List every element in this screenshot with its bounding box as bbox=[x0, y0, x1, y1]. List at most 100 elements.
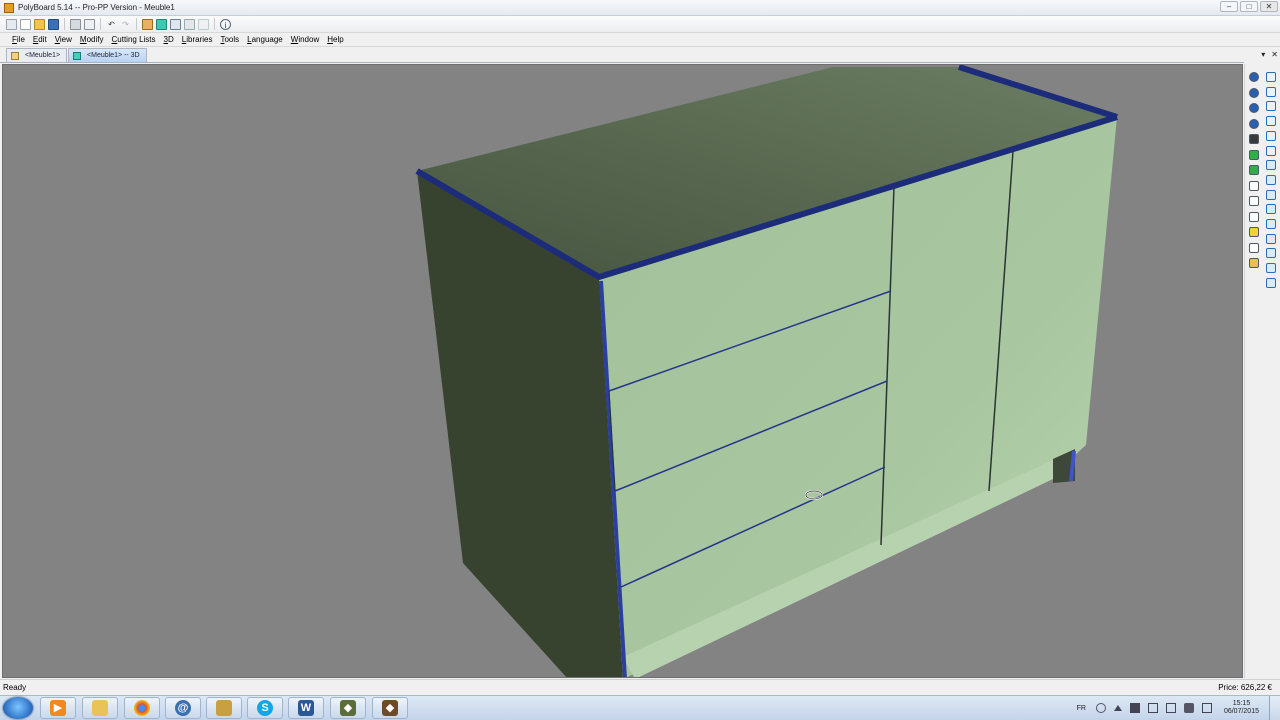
view-top-icon[interactable] bbox=[1266, 130, 1276, 141]
cabinet-3d-render[interactable] bbox=[3, 65, 1243, 678]
menu-label: ools bbox=[224, 35, 240, 44]
action-center-icon[interactable] bbox=[1129, 703, 1140, 713]
file-explorer-icon[interactable] bbox=[82, 697, 118, 719]
polyboard-icon[interactable]: ◆ bbox=[330, 697, 366, 719]
tab-meuble1[interactable]: <Meuble1> bbox=[6, 48, 68, 62]
network-icon[interactable] bbox=[1165, 703, 1176, 713]
iso-more-icon[interactable] bbox=[1266, 277, 1276, 288]
chrome-icon[interactable] bbox=[124, 697, 160, 719]
iso-sw-icon[interactable] bbox=[1266, 204, 1276, 215]
outline-box-icon[interactable] bbox=[1249, 211, 1259, 222]
menu-tools[interactable]: Tools bbox=[216, 35, 243, 44]
cube-icon bbox=[73, 51, 82, 60]
tab-meuble1-3d[interactable]: <Meuble1> -- 3D bbox=[68, 48, 147, 62]
volume-icon[interactable] bbox=[1183, 703, 1194, 713]
thunderbird-icon[interactable]: @ bbox=[165, 697, 201, 719]
light-icon[interactable] bbox=[1249, 227, 1259, 237]
clock[interactable]: 15:15 06/07/2015 bbox=[1224, 700, 1259, 716]
info-icon[interactable]: i bbox=[220, 18, 231, 30]
window-tile-icon[interactable] bbox=[170, 18, 181, 30]
menu-label: indow bbox=[298, 35, 320, 44]
orbit-view-icon[interactable] bbox=[1249, 87, 1259, 98]
walk-view-icon[interactable] bbox=[1249, 134, 1259, 144]
menu-label: ibraries bbox=[186, 35, 213, 44]
new-icon[interactable] bbox=[6, 18, 17, 30]
maximize-button[interactable]: □ bbox=[1240, 1, 1258, 12]
view-right-icon[interactable] bbox=[1266, 116, 1276, 127]
empty-box-icon[interactable] bbox=[1249, 196, 1259, 206]
view-toolbar bbox=[1244, 64, 1280, 678]
tab-dropdown-icon[interactable]: ▾ bbox=[1261, 50, 1265, 59]
toolbar-separator bbox=[136, 18, 137, 30]
view-bottom-icon[interactable] bbox=[1266, 145, 1276, 156]
menu-accelerator: M bbox=[79, 35, 87, 44]
window-title: PolyBoard 5.14 -- Pro-PP Version - Meubl… bbox=[18, 3, 175, 12]
menu-label: dit bbox=[38, 35, 47, 44]
pan-view-icon[interactable] bbox=[1249, 103, 1259, 113]
close-button[interactable]: ✕ bbox=[1260, 1, 1278, 12]
new-doc-icon[interactable] bbox=[20, 18, 31, 30]
media-player-icon[interactable]: ▶ bbox=[40, 697, 76, 719]
window-cascade-icon[interactable] bbox=[184, 18, 195, 30]
print-preview-icon[interactable] bbox=[84, 18, 95, 30]
app-icon[interactable] bbox=[4, 2, 14, 13]
wireframe-icon[interactable] bbox=[1249, 180, 1259, 191]
display-icon[interactable] bbox=[1147, 703, 1158, 713]
menu-3d[interactable]: 3D bbox=[160, 35, 178, 44]
price-readout: Price: 626,22 € bbox=[1218, 683, 1272, 692]
view-back-icon[interactable] bbox=[1266, 86, 1276, 97]
iso-alt-icon[interactable] bbox=[1266, 233, 1276, 244]
iso-nw-icon[interactable] bbox=[1266, 174, 1276, 185]
save-icon[interactable] bbox=[48, 18, 59, 30]
zoom-view-icon[interactable] bbox=[1249, 118, 1259, 129]
menu-window[interactable]: Window bbox=[287, 35, 323, 44]
menu-bar: File Edit View Modify Cutting Lists 3D Librari… bbox=[0, 33, 1280, 47]
solid-render-icon[interactable] bbox=[1249, 149, 1259, 160]
menu-file[interactable]: File bbox=[8, 35, 29, 44]
iso-extra-icon[interactable] bbox=[1266, 248, 1276, 259]
menu-cutting-lists[interactable]: Cutting Lists bbox=[108, 35, 160, 44]
skype-icon[interactable]: S bbox=[247, 697, 283, 719]
open-icon[interactable] bbox=[34, 18, 45, 30]
archive-icon[interactable] bbox=[206, 697, 242, 719]
taskbar: ▶ @ S W ◆ ◆ FR 15:15 06/07/2015 bbox=[0, 695, 1280, 720]
window-arrange-icon[interactable] bbox=[198, 18, 209, 30]
redo-icon[interactable]: ↷ bbox=[120, 19, 131, 30]
toolbar-separator bbox=[100, 18, 101, 30]
menu-libraries[interactable]: Libraries bbox=[178, 35, 217, 44]
start-button[interactable] bbox=[3, 697, 33, 719]
menu-edit[interactable]: Edit bbox=[29, 35, 51, 44]
battery-icon[interactable] bbox=[1201, 703, 1212, 713]
menu-help[interactable]: Help bbox=[323, 35, 347, 44]
view-3d-icon[interactable] bbox=[156, 18, 167, 30]
rotate-view-icon[interactable] bbox=[1249, 72, 1259, 82]
iso-view-icon[interactable] bbox=[1266, 219, 1276, 229]
iso-last-icon[interactable] bbox=[1266, 263, 1276, 274]
3d-viewport[interactable] bbox=[2, 64, 1243, 678]
tab-label: <Meuble1> -- 3D bbox=[87, 52, 140, 59]
export-icon[interactable] bbox=[142, 18, 153, 30]
title-bar: PolyBoard 5.14 -- Pro-PP Version - Meubl… bbox=[0, 0, 1280, 16]
print-icon[interactable] bbox=[70, 18, 81, 30]
view-left-icon[interactable] bbox=[1266, 101, 1276, 112]
word-icon[interactable]: W bbox=[288, 697, 324, 719]
view-front-icon[interactable] bbox=[1266, 72, 1276, 82]
show-hidden-icon[interactable] bbox=[1113, 705, 1122, 711]
tab-close-icon[interactable]: ✕ bbox=[1271, 50, 1278, 59]
undo-icon[interactable]: ↶ bbox=[106, 19, 117, 30]
material-icon[interactable] bbox=[1249, 258, 1259, 268]
optimiser-icon[interactable]: ◆ bbox=[372, 697, 408, 719]
help-icon[interactable] bbox=[1095, 703, 1106, 713]
green-box-icon[interactable] bbox=[1249, 165, 1259, 175]
iso-ne-icon[interactable] bbox=[1266, 160, 1276, 171]
language-indicator[interactable]: FR bbox=[1077, 705, 1086, 712]
menu-language[interactable]: Language bbox=[243, 35, 287, 44]
menu-label: iew bbox=[59, 35, 72, 44]
tab-controls: ▾ ✕ bbox=[1261, 50, 1278, 59]
menu-view[interactable]: View bbox=[51, 35, 76, 44]
minimize-button[interactable]: – bbox=[1220, 1, 1238, 12]
section-icon[interactable] bbox=[1249, 242, 1259, 253]
iso-se-icon[interactable] bbox=[1266, 189, 1276, 200]
show-desktop-button[interactable] bbox=[1269, 696, 1280, 720]
menu-modify[interactable]: Modify bbox=[76, 35, 108, 44]
